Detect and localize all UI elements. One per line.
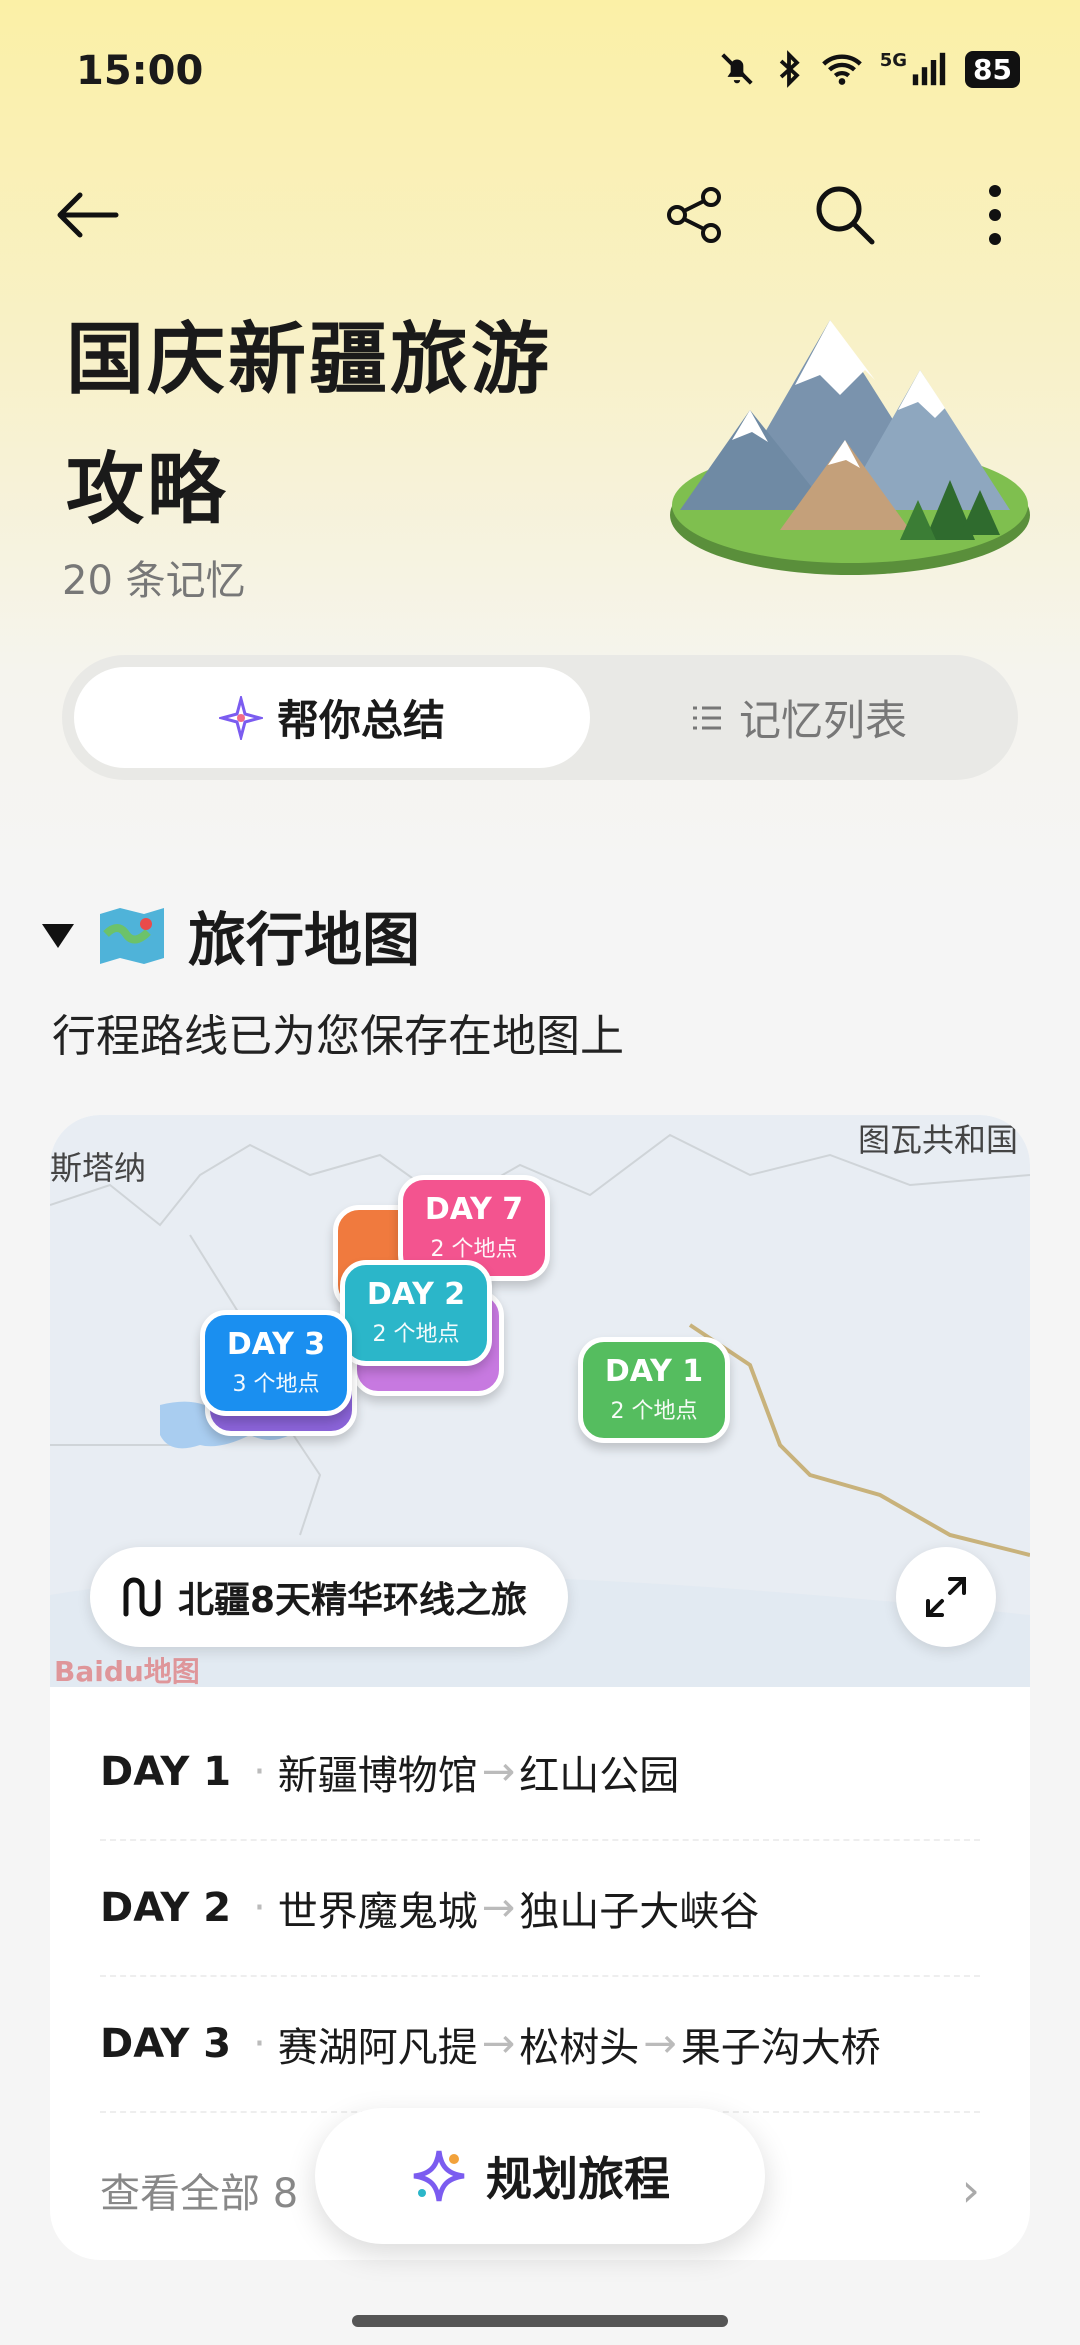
back-button[interactable] bbox=[42, 170, 132, 260]
section-subtitle: 行程路线已为您保存在地图上 bbox=[52, 1011, 624, 1062]
map-label-right: 图瓦共和国 bbox=[857, 1121, 1018, 1159]
tab-summary[interactable]: 帮你总结 bbox=[74, 667, 590, 768]
itinerary-day: DAY 3 bbox=[100, 2021, 232, 2067]
arrow-right-icon: → bbox=[481, 1885, 516, 1931]
stop: 赛湖阿凡提 bbox=[277, 2025, 478, 2071]
tab-memory-list[interactable]: 记忆列表 bbox=[590, 667, 1006, 768]
arrow-right-icon: → bbox=[643, 2021, 677, 2067]
chevron-right-icon: › bbox=[961, 2163, 980, 2217]
itinerary-day: DAY 1 bbox=[100, 1749, 232, 1795]
stop: 果子沟大桥 bbox=[680, 2025, 881, 2071]
expand-icon bbox=[926, 1577, 966, 1617]
plan-trip-button[interactable]: 规划旅程 bbox=[315, 2108, 765, 2244]
collapse-triangle-icon bbox=[42, 924, 74, 948]
itinerary-day: DAY 2 bbox=[100, 1885, 232, 1931]
status-icons: 5G 85 bbox=[718, 50, 1020, 88]
itinerary-row-day2[interactable]: DAY 2 · 世界魔鬼城 → 独山子大峡谷 bbox=[100, 1841, 980, 1977]
itinerary-card: 斯塔纳 图瓦共和国 DAY 7 2 个地点 DAY 2 2 个地点 DAY 3 … bbox=[50, 1115, 1030, 2260]
separator-dot: · bbox=[253, 2021, 266, 2067]
map-pin-day3[interactable]: DAY 3 3 个地点 bbox=[200, 1310, 352, 1416]
plan-trip-label: 规划旅程 bbox=[486, 2152, 670, 2206]
status-time: 15:00 bbox=[76, 48, 204, 94]
wifi-icon bbox=[821, 54, 862, 85]
stop: 红山公园 bbox=[519, 1753, 680, 1799]
pin-day-label: DAY 1 bbox=[604, 1354, 704, 1389]
map-pin-day1[interactable]: DAY 1 2 个地点 bbox=[578, 1337, 730, 1443]
expand-map-button[interactable] bbox=[896, 1547, 996, 1647]
ai-sparkle-icon bbox=[413, 2150, 465, 2202]
share-icon bbox=[667, 187, 721, 243]
tab-memory-list-label: 记忆列表 bbox=[738, 696, 907, 745]
pin-places: 2 个地点 bbox=[610, 1399, 698, 1424]
mountain-illustration bbox=[670, 320, 1030, 575]
stop: 独山子大峡谷 bbox=[519, 1889, 760, 1935]
route-icon bbox=[123, 1577, 161, 1617]
sparkle-icon bbox=[218, 695, 263, 740]
battery-indicator: 85 bbox=[965, 50, 1020, 88]
travel-map-section-header[interactable]: 旅行地图 bbox=[40, 895, 420, 975]
network-type: 5G bbox=[879, 50, 908, 71]
memory-count: 20 条记忆 bbox=[62, 558, 246, 604]
pin-day-label: DAY 7 bbox=[424, 1192, 524, 1227]
pin-day-label: DAY 3 bbox=[226, 1327, 326, 1362]
stop: 新疆博物馆 bbox=[277, 1753, 478, 1799]
pin-places: 2 个地点 bbox=[372, 1322, 460, 1347]
more-vertical-icon bbox=[989, 185, 1001, 245]
map-icon bbox=[100, 908, 164, 964]
search-button[interactable] bbox=[800, 170, 890, 260]
pin-places: 3 个地点 bbox=[232, 1372, 320, 1397]
separator-dot: · bbox=[253, 1749, 266, 1795]
bluetooth-icon bbox=[779, 50, 800, 88]
search-icon bbox=[816, 186, 875, 245]
status-bar: 15:00 5G 85 bbox=[0, 0, 1080, 150]
view-tabs: 帮你总结 记忆列表 bbox=[62, 655, 1018, 780]
itinerary-row-day1[interactable]: DAY 1 · 新疆博物馆 → 红山公园 bbox=[100, 1705, 980, 1841]
itinerary-row-day3[interactable]: DAY 3 · 赛湖阿凡提 → 松树头 → 果子沟大桥 bbox=[100, 1977, 980, 2113]
signal-icon bbox=[912, 52, 946, 86]
page-title: 国庆新疆旅游攻略 bbox=[66, 315, 553, 535]
more-button[interactable] bbox=[950, 170, 1040, 260]
home-indicator[interactable] bbox=[352, 2315, 728, 2327]
list-icon bbox=[692, 706, 721, 729]
arrow-right-icon: → bbox=[481, 2021, 516, 2067]
map-watermark: Baidu地图 bbox=[54, 1655, 200, 1688]
stop: 世界魔鬼城 bbox=[277, 1889, 478, 1935]
separator-dot: · bbox=[253, 1885, 266, 1931]
pin-day-label: DAY 2 bbox=[366, 1277, 466, 1312]
arrow-right-icon: → bbox=[481, 1749, 516, 1795]
map-label-left: 斯塔纳 bbox=[50, 1149, 147, 1187]
map-pin-day2[interactable]: DAY 2 2 个地点 bbox=[340, 1260, 492, 1366]
section-title: 旅行地图 bbox=[188, 906, 421, 974]
stop: 松树头 bbox=[519, 2025, 640, 2071]
back-arrow-icon bbox=[57, 192, 119, 238]
route-name: 北疆8天精华环线之旅 bbox=[178, 1580, 528, 1621]
top-app-bar bbox=[0, 170, 1080, 260]
view-all-label: 查看全部 8 bbox=[100, 2171, 299, 2217]
route-name-chip[interactable]: 北疆8天精华环线之旅 bbox=[90, 1547, 568, 1647]
pin-places: 2 个地点 bbox=[430, 1237, 518, 1262]
tab-summary-label: 帮你总结 bbox=[276, 696, 445, 745]
share-button[interactable] bbox=[650, 170, 740, 260]
mute-icon bbox=[721, 53, 753, 85]
route-map[interactable]: 斯塔纳 图瓦共和国 DAY 7 2 个地点 DAY 2 2 个地点 DAY 3 … bbox=[50, 1115, 1030, 1688]
